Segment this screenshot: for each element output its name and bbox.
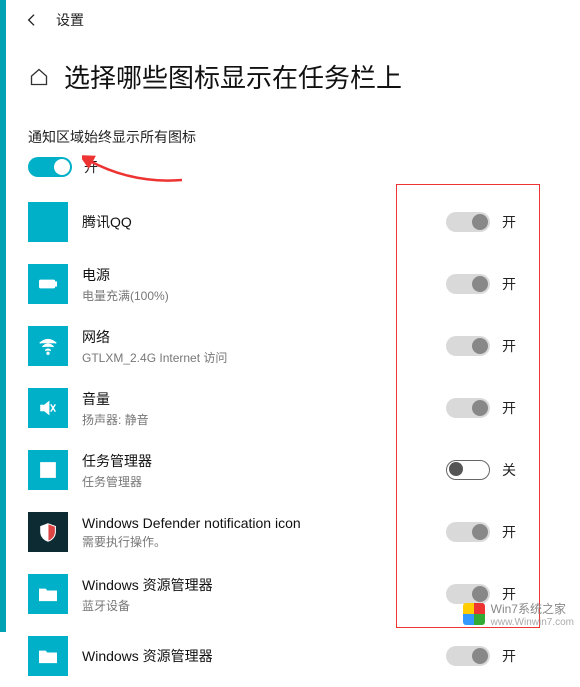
item-title: 网络 [82, 327, 227, 347]
item-title: Windows Defender notification icon [82, 515, 301, 531]
item-toggle-wrap: 关 [446, 460, 516, 480]
item-text: 任务管理器任务管理器 [82, 451, 152, 490]
item-toggle-wrap: 开 [446, 336, 516, 356]
item-text: Windows Defender notification icon 需要执行操作… [82, 515, 301, 550]
item-toggle[interactable] [446, 336, 490, 356]
list-item: 网络 GTLXM_2.4G Internet 访问 开 [28, 315, 580, 377]
item-toggle-label: 开 [502, 212, 516, 232]
list-item: 腾讯QQ 开 [28, 191, 580, 253]
item-toggle[interactable] [446, 212, 490, 232]
item-subtitle: 任务管理器 [82, 473, 152, 490]
item-toggle-wrap: 开 [446, 522, 516, 542]
list-item: 电源电量充满(100%) 开 [28, 253, 580, 315]
master-toggle[interactable] [28, 157, 72, 177]
explorer-icon [28, 574, 68, 614]
item-subtitle: 电量充满(100%) [82, 287, 169, 304]
volume-icon [28, 388, 68, 428]
watermark-title: Win7系统之家 [491, 602, 566, 616]
page-title: 选择哪些图标显示在任务栏上 [64, 58, 402, 95]
item-text: 电源电量充满(100%) [82, 265, 169, 304]
item-title: Windows 资源管理器 [82, 646, 213, 666]
item-subtitle: 需要执行操作。 [82, 533, 301, 550]
item-toggle[interactable] [446, 274, 490, 294]
item-toggle-label: 开 [502, 522, 516, 542]
item-text: 网络 GTLXM_2.4G Internet 访问 [82, 327, 227, 366]
item-toggle[interactable] [446, 398, 490, 418]
list-item: 音量扬声器: 静音 开 [28, 377, 580, 439]
header-bar: 设置 [0, 0, 580, 40]
item-title: Windows 资源管理器 [82, 575, 213, 595]
master-toggle-row: 开 [28, 157, 552, 177]
watermark: Win7系统之家 www.Winwin7.com [463, 600, 574, 628]
section-label: 通知区域始终显示所有图标 [28, 127, 552, 147]
item-toggle-label: 开 [502, 336, 516, 356]
list-item: Windows Defender notification icon 需要执行操作… [28, 501, 580, 563]
item-toggle[interactable] [446, 460, 490, 480]
item-toggle[interactable] [446, 646, 490, 666]
task-icon [28, 450, 68, 490]
item-text: 腾讯QQ [82, 212, 132, 232]
title-row: 选择哪些图标显示在任务栏上 [0, 40, 580, 105]
item-toggle-label: 开 [502, 398, 516, 418]
item-text: Windows 资源管理器蓝牙设备 [82, 575, 213, 614]
item-toggle-wrap: 开 [446, 212, 516, 232]
item-title: 任务管理器 [82, 451, 152, 471]
item-subtitle: 扬声器: 静音 [82, 411, 149, 428]
item-toggle-label: 关 [502, 460, 516, 480]
item-toggle-label: 开 [502, 274, 516, 294]
header-title: 设置 [56, 10, 84, 30]
wifi-icon [28, 326, 68, 366]
explorer-icon [28, 636, 68, 676]
shield-icon [28, 512, 68, 552]
item-title: 电源 [82, 265, 169, 285]
home-icon[interactable] [28, 66, 50, 88]
back-button[interactable] [14, 2, 50, 38]
item-toggle-label: 开 [502, 646, 516, 666]
windows-logo-icon [463, 603, 485, 625]
list-item: 任务管理器任务管理器关 [28, 439, 580, 501]
item-title: 音量 [82, 389, 149, 409]
item-toggle-wrap: 开 [446, 646, 516, 666]
item-toggle[interactable] [446, 522, 490, 542]
arrow-left-icon [24, 12, 40, 28]
master-toggle-label: 开 [84, 157, 98, 177]
master-section: 通知区域始终显示所有图标 开 [0, 105, 580, 177]
watermark-url: www.Winwin7.com [491, 617, 574, 628]
item-subtitle: 蓝牙设备 [82, 597, 213, 614]
item-subtitle: GTLXM_2.4G Internet 访问 [82, 349, 227, 366]
item-text: 音量扬声器: 静音 [82, 389, 149, 428]
battery-icon [28, 264, 68, 304]
item-text: Windows 资源管理器 [82, 646, 213, 666]
item-toggle-wrap: 开 [446, 398, 516, 418]
item-title: 腾讯QQ [82, 212, 132, 232]
list-item: Windows 资源管理器 开 [28, 625, 580, 687]
item-toggle-wrap: 开 [446, 274, 516, 294]
qq-icon [28, 202, 68, 242]
